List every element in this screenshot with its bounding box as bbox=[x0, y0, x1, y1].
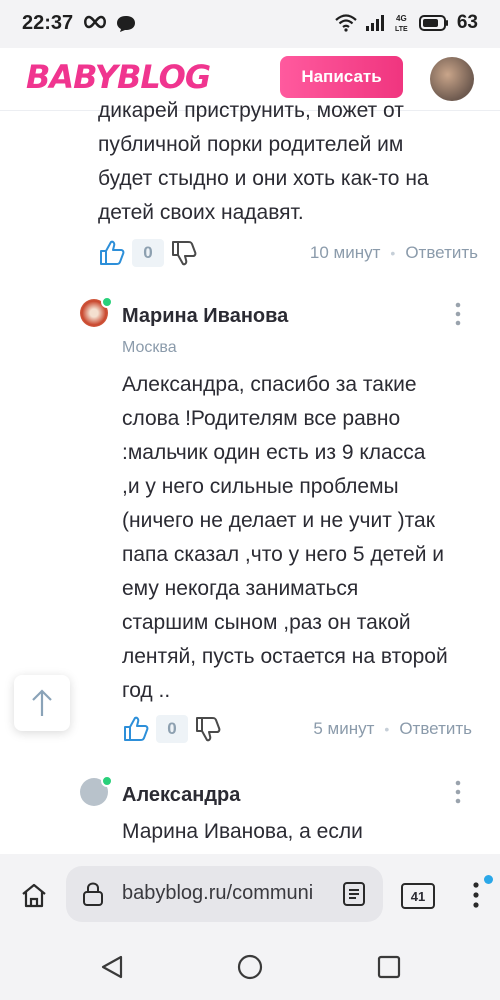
comment-line: год .. bbox=[122, 679, 171, 702]
reader-icon[interactable] bbox=[342, 881, 366, 907]
more-icon[interactable] bbox=[454, 302, 462, 326]
comment-line: детей своих надавят. bbox=[98, 201, 304, 224]
infinity-icon bbox=[84, 15, 106, 29]
comment-line: лентяй, пусть остается на второй bbox=[122, 645, 448, 668]
comment-line: ,и у него сильные проблемы bbox=[122, 475, 399, 498]
address-bar[interactable]: babyblog.ru/communi bbox=[66, 866, 383, 922]
comment-line: ему некогда заниматься bbox=[122, 577, 359, 600]
dislike-icon[interactable] bbox=[170, 239, 198, 267]
like-icon[interactable] bbox=[122, 715, 150, 743]
comment-line: публичной порки родителей им bbox=[98, 133, 404, 156]
battery-level: 63 bbox=[456, 12, 478, 33]
author-name[interactable]: Марина Иванова bbox=[122, 305, 288, 328]
comment-line: (ничего не делает и не учит )так bbox=[122, 509, 435, 532]
status-bar: 22:37 4G LTE 63 bbox=[0, 0, 500, 48]
svg-text:4G: 4G bbox=[396, 14, 407, 23]
comment-text: Марина Иванова, а если bbox=[122, 815, 492, 849]
comment-actions: 0 5 минут • Ответить bbox=[122, 713, 472, 745]
comment-line: старшим сыном ,раз он такой bbox=[122, 611, 411, 634]
comment-line: :мальчик один есть из 9 класса bbox=[122, 441, 426, 464]
author-city: Москва bbox=[122, 339, 177, 356]
svg-text:LTE: LTE bbox=[395, 26, 408, 33]
scroll-top-button[interactable] bbox=[14, 675, 70, 731]
system-nav-bar bbox=[0, 934, 500, 1000]
like-count: 0 bbox=[132, 239, 164, 267]
comment-time: 5 минут bbox=[313, 719, 375, 738]
update-badge bbox=[484, 875, 493, 884]
wifi-icon bbox=[335, 14, 357, 32]
recents-icon[interactable] bbox=[377, 955, 401, 979]
reply-link[interactable]: Ответить bbox=[399, 719, 472, 739]
home-icon[interactable] bbox=[20, 882, 48, 908]
status-icons: 4G LTE 63 bbox=[335, 12, 478, 34]
like-icon[interactable] bbox=[98, 239, 126, 267]
url-text[interactable]: babyblog.ru/communi bbox=[122, 882, 328, 905]
comment-line: слова !Родителям все равно bbox=[122, 407, 401, 430]
online-indicator bbox=[101, 296, 113, 308]
comment-text: Александра, спасибо за такие слова !Роди… bbox=[122, 368, 492, 708]
comment-line: Марина Иванова, а если bbox=[122, 820, 363, 843]
comment-text: дикарей приструнить, может от публичной … bbox=[98, 94, 488, 230]
comment-line: Александра, спасибо за такие bbox=[122, 373, 417, 396]
lte-icon: 4G LTE bbox=[395, 14, 408, 33]
author-name[interactable]: Александра bbox=[122, 784, 240, 807]
arrow-up-icon bbox=[32, 689, 52, 716]
comment-time: 10 минут bbox=[309, 243, 381, 262]
browser-toolbar: babyblog.ru/communi 41 bbox=[0, 854, 500, 934]
tabs-icon[interactable]: 41 bbox=[401, 883, 435, 909]
lock-icon[interactable] bbox=[82, 881, 104, 907]
separator-dot: • bbox=[390, 245, 396, 261]
menu-icon[interactable] bbox=[470, 880, 482, 910]
signal-icon bbox=[365, 15, 384, 31]
like-count: 0 bbox=[156, 715, 188, 743]
comment-line: будет стыдно и они хоть как-то на bbox=[98, 167, 429, 190]
home-nav-icon[interactable] bbox=[237, 954, 263, 980]
status-time: 22:37 bbox=[22, 12, 74, 34]
battery-icon bbox=[418, 15, 448, 31]
more-icon[interactable] bbox=[454, 780, 462, 804]
online-indicator bbox=[101, 775, 113, 787]
back-icon[interactable] bbox=[100, 954, 124, 980]
comment-line: папа сказал ,что у него 5 детей и bbox=[122, 543, 445, 566]
comment-actions: 0 10 минут • Ответить bbox=[98, 237, 478, 269]
separator-dot: • bbox=[384, 721, 390, 737]
message-icon bbox=[117, 16, 135, 32]
reply-link[interactable]: Ответить bbox=[405, 243, 478, 263]
dislike-icon[interactable] bbox=[194, 715, 222, 743]
